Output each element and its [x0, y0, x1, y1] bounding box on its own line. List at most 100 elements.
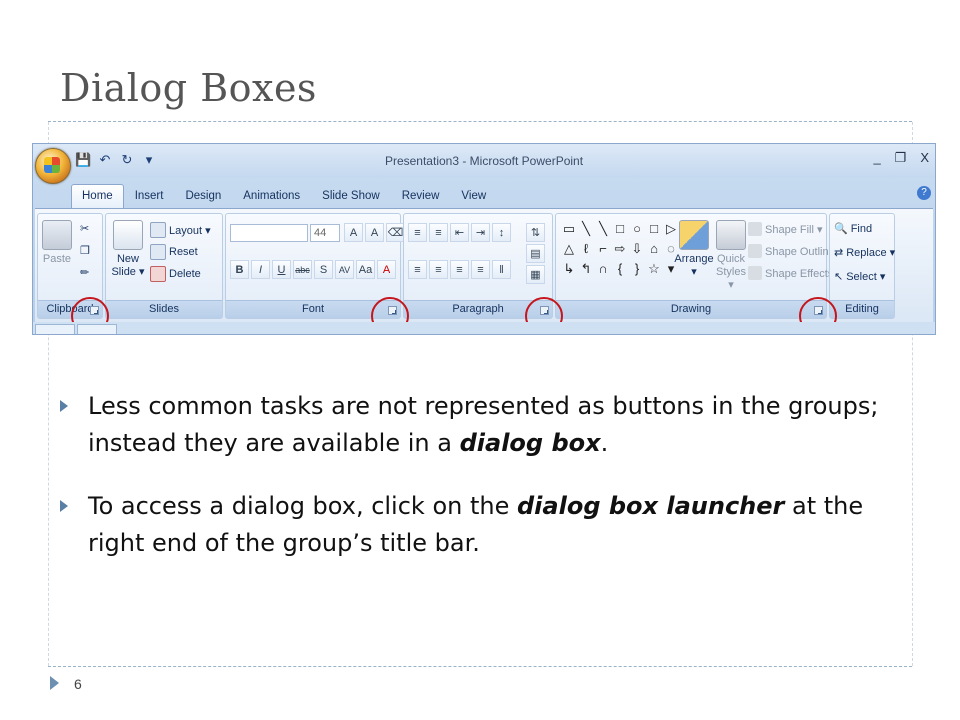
shape-item[interactable]: □	[613, 220, 627, 237]
shape-item[interactable]: ○	[630, 220, 644, 237]
line-spacing-button[interactable]: ↕	[492, 223, 511, 242]
smartart-button[interactable]: ▦	[526, 265, 545, 284]
font-name-field[interactable]	[230, 224, 308, 242]
text-shadow-button[interactable]: S	[314, 260, 333, 279]
emphasis-text: dialog box	[459, 429, 601, 457]
copy-icon: ❐	[80, 245, 90, 257]
cursor-icon: ↖	[834, 271, 844, 283]
cut-button[interactable]: ✂	[80, 222, 89, 235]
shape-item[interactable]: {	[613, 260, 627, 277]
shape-item[interactable]: △	[562, 240, 576, 257]
shape-item[interactable]: ╲	[596, 220, 610, 237]
shape-item[interactable]: ↰	[579, 260, 593, 277]
text-direction-button[interactable]: ⇅	[526, 223, 545, 242]
layout-icon	[150, 222, 166, 238]
shape-item[interactable]: ╲	[579, 220, 593, 237]
bullet-arrow-icon	[60, 500, 68, 512]
window-title: Presentation3 - Microsoft PowerPoint	[384, 154, 584, 168]
align-center-button[interactable]: ≡	[429, 260, 448, 279]
window-controls: _ ❐ X	[873, 150, 929, 166]
find-button[interactable]: 🔍 Find	[834, 222, 872, 236]
outline-pane-tab[interactable]	[77, 324, 117, 334]
columns-button[interactable]: ‖	[492, 260, 511, 279]
shape-item[interactable]: □	[647, 220, 661, 237]
reset-button[interactable]: Reset	[150, 244, 198, 260]
bullet-list: Less common tasks are not represented as…	[60, 388, 920, 588]
format-painter-icon: ✏	[80, 267, 90, 279]
page-number: 6	[74, 676, 82, 692]
shapes-gallery[interactable]: ▭ ╲ ╲ □ ○ □ ▷ △ ℓ ⌐ ⇨ ⇩ ⌂ ◌ ↳ ↰ ∩ { } ☆	[562, 220, 678, 277]
increase-indent-button[interactable]: ⇥	[471, 223, 490, 242]
shape-item[interactable]: ∩	[596, 260, 610, 277]
strikethrough-button[interactable]: abc	[293, 260, 312, 279]
shape-item[interactable]: ℓ	[579, 240, 593, 257]
font-size-field[interactable]: 44	[310, 224, 340, 242]
delete-button[interactable]: Delete	[150, 266, 201, 282]
bullet-arrow-icon	[60, 400, 68, 412]
new-slide-label-2: Slide ▾	[111, 266, 145, 278]
replace-button[interactable]: ⇄ Replace ▾	[834, 246, 895, 259]
list-buttons: ≡ ≡ ⇤ ⇥ ↕	[408, 223, 511, 242]
change-case-button[interactable]: Aa	[356, 260, 375, 279]
select-button[interactable]: ↖ Select ▾	[834, 270, 885, 283]
new-slide-icon	[113, 220, 143, 250]
copy-button[interactable]: ❐	[80, 244, 90, 257]
italic-button[interactable]: I	[251, 260, 270, 279]
underline-button[interactable]: U	[272, 260, 291, 279]
shape-item[interactable]: ☆	[647, 260, 661, 277]
shape-item[interactable]: ⇨	[613, 240, 627, 257]
layout-button[interactable]: Layout ▾	[150, 222, 211, 238]
shape-effects-button[interactable]: Shape Effects ▾	[748, 266, 842, 280]
new-slide-button[interactable]: New Slide ▾	[110, 220, 146, 279]
character-spacing-button[interactable]: AV	[335, 260, 354, 279]
tab-insert[interactable]: Insert	[124, 190, 175, 208]
tab-review[interactable]: Review	[391, 190, 451, 208]
format-painter-button[interactable]: ✏	[80, 266, 89, 279]
footer-arrow-icon	[50, 676, 59, 690]
office-logo-icon	[44, 157, 60, 173]
tab-view[interactable]: View	[450, 190, 497, 208]
bullet-item: Less common tasks are not represented as…	[60, 388, 920, 462]
shape-effects-icon	[748, 266, 762, 280]
numbering-button[interactable]: ≡	[429, 223, 448, 242]
shape-item[interactable]: ⇩	[630, 240, 644, 257]
quick-styles-button[interactable]: Quick Styles ▾	[714, 220, 748, 292]
office-button[interactable]	[35, 148, 71, 184]
binoculars-icon: 🔍	[834, 223, 848, 235]
decrease-indent-button[interactable]: ⇤	[450, 223, 469, 242]
shape-item[interactable]: ↳	[562, 260, 576, 277]
paste-button[interactable]: Paste	[42, 220, 72, 266]
tab-animations[interactable]: Animations	[232, 190, 311, 208]
bullets-button[interactable]: ≡	[408, 223, 427, 242]
minimize-button[interactable]: _	[873, 150, 880, 166]
shape-fill-icon	[748, 222, 762, 236]
shape-fill-button[interactable]: Shape Fill ▾	[748, 222, 823, 236]
shape-item[interactable]: ⌂	[647, 240, 661, 257]
align-left-button[interactable]: ≡	[408, 260, 427, 279]
grow-font-button[interactable]: A	[344, 223, 363, 242]
close-button[interactable]: X	[920, 150, 929, 166]
group-editing: 🔍 Find ⇄ Replace ▾ ↖ Select ▾ Editing	[829, 213, 895, 319]
shrink-font-button[interactable]: A	[365, 223, 384, 242]
shape-item[interactable]: }	[630, 260, 644, 277]
shape-item[interactable]: ▭	[562, 220, 576, 237]
restore-button[interactable]: ❐	[895, 150, 907, 166]
align-text-button[interactable]: ▤	[526, 244, 545, 263]
paste-icon	[42, 220, 72, 250]
shape-outline-icon	[748, 244, 762, 258]
shape-item[interactable]: ⌐	[596, 240, 610, 257]
ribbon: Paste ✂ ❐ ✏ Clipboard New Slide ▾ Layout…	[35, 208, 933, 334]
bold-button[interactable]: B	[230, 260, 249, 279]
delete-icon	[150, 266, 166, 282]
slides-pane-tab[interactable]	[35, 324, 75, 334]
arrange-button[interactable]: Arrange ▾	[674, 220, 714, 279]
paste-label: Paste	[42, 253, 72, 265]
font-color-button[interactable]: A	[377, 260, 396, 279]
justify-button[interactable]: ≡	[471, 260, 490, 279]
help-icon[interactable]: ?	[917, 186, 931, 200]
text-direction-buttons: ⇅ ▤ ▦	[526, 223, 545, 284]
align-right-button[interactable]: ≡	[450, 260, 469, 279]
tab-home[interactable]: Home	[71, 184, 124, 208]
tab-design[interactable]: Design	[174, 190, 232, 208]
tab-slide-show[interactable]: Slide Show	[311, 190, 391, 208]
